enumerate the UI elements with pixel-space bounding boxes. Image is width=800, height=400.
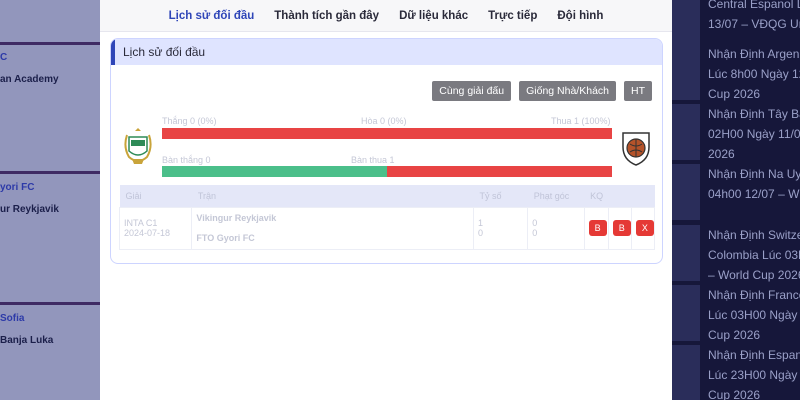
news-line: Colombia Lúc 03H (708, 248, 800, 262)
news-line: – World Cup 2026 (708, 268, 800, 282)
result-cell: B (607, 206, 632, 250)
news-line: Lúc 03H00 Ngày (708, 308, 798, 322)
left-team-label[interactable]: ur Reykjavik (0, 204, 59, 215)
away-score: 0 (477, 228, 483, 238)
filter-group: Cùng giải đấu Giống Nhà/Khách HT (432, 81, 652, 101)
news-thumbnail (672, 44, 700, 100)
column-header: Trận (191, 185, 474, 207)
result-badge: B (588, 220, 607, 236)
away-team-crest-icon (622, 132, 650, 166)
home-team-crest-icon (124, 128, 152, 164)
column-header (631, 185, 655, 207)
half-time-filter-button[interactable]: HT (624, 81, 652, 101)
away-team-name[interactable]: FTO Gyori FC (196, 228, 473, 248)
news-thumbnail (672, 225, 700, 281)
score-cell: 1 0 (472, 206, 529, 250)
head-to-head-card: Lịch sử đối đầu Cùng giải đấu Giống Nhà/… (110, 38, 663, 264)
tab-other-data[interactable]: Dữ liệu khác (399, 10, 468, 22)
same-home-away-filter-button[interactable]: Giống Nhà/Khách (519, 81, 616, 101)
tab-live[interactable]: Trực tiếp (488, 10, 537, 22)
news-line: 13/07 – VĐQG Ur (708, 17, 800, 31)
news-thumbnail (672, 0, 700, 50)
result-badge: B (612, 220, 631, 236)
tab-head-to-head[interactable]: Lịch sử đối đầu (169, 10, 255, 22)
news-line: Lúc 23H00 Ngày (708, 368, 798, 382)
match-league: INTA C1 (124, 218, 158, 228)
column-header: Phạt góc (527, 185, 585, 207)
divider (0, 42, 100, 45)
news-line: Nhận Định Tây Ba (708, 107, 800, 121)
news-line: 02H00 Ngày 11/0 (708, 127, 800, 141)
column-header: Giải (119, 185, 192, 207)
table-header-row: Giải Trận Tỷ số Phạt góc KQ (119, 185, 655, 207)
corners-cell: 0 0 (527, 206, 585, 250)
news-line: Nhận Định France (708, 288, 800, 302)
news-line: Nhận Định Switze (708, 228, 800, 242)
news-thumbnail (672, 104, 700, 160)
left-team-label[interactable]: Banja Luka (0, 335, 53, 346)
result-cell: X (630, 206, 656, 250)
league-date-cell: INTA C1 2024-07-18 (118, 206, 193, 250)
results-ratio-bar (162, 128, 612, 139)
left-league-label[interactable]: C (0, 52, 7, 63)
news-line: Cup 2026 (708, 328, 761, 342)
goals-against-segment (387, 166, 612, 177)
news-line: Cup 2026 (708, 87, 761, 101)
draw-count-label: Hòa 0 (0%) (361, 116, 407, 126)
left-league-label[interactable]: yori FC (0, 182, 34, 193)
match-date: 2024-07-18 (124, 228, 171, 238)
news-line: Central Espanol L (708, 0, 800, 11)
section-title: Lịch sử đối đầu (111, 39, 662, 65)
left-league-label[interactable]: Sofia (0, 313, 24, 324)
column-header (608, 185, 632, 207)
news-line: 04h00 12/07 – W (708, 187, 800, 201)
teams-cell[interactable]: Vikingur Reykjavik FTO Gyori FC (191, 206, 474, 250)
news-thumbnail (672, 345, 700, 400)
away-corners: 0 (532, 228, 538, 238)
news-line: Nhận Định Espanol (708, 348, 800, 362)
result-cell: B (583, 206, 609, 250)
news-line: Lúc 8h00 Ngày 12 (708, 67, 800, 81)
background-news-panel: Central Espanol L 13/07 – VĐQG Ur Nhận Đị… (672, 0, 800, 400)
news-line: 2026 (708, 147, 735, 161)
divider (0, 171, 100, 174)
news-line: Nhận Định Argen (708, 47, 800, 61)
loss-segment (162, 128, 612, 139)
loss-count-label: Thua 1 (100%) (551, 116, 611, 126)
news-thumbnail (672, 164, 700, 220)
head-to-head-table: Giải Trận Tỷ số Phạt góc KQ INTA C1 2024… (118, 185, 656, 250)
goals-for-label: Bàn thắng 0 (162, 155, 211, 165)
result-badge: X (635, 220, 654, 236)
column-header: KQ (584, 185, 609, 207)
tab-recent-form[interactable]: Thành tích gần đây (274, 10, 379, 22)
home-corners: 0 (532, 218, 538, 228)
home-team-name[interactable]: Vikingur Reykjavik (196, 208, 473, 228)
news-line: Nhận Định Na Uy (708, 167, 800, 181)
same-league-filter-button[interactable]: Cùng giải đấu (432, 81, 512, 101)
goals-for-segment (162, 166, 387, 177)
win-count-label: Thắng 0 (0%) (162, 116, 217, 126)
news-line: Cup 2026 (708, 388, 761, 400)
goals-ratio-bar (162, 166, 612, 177)
background-left-panel: C an Academy yori FC ur Reykjavik Sofia … (0, 0, 100, 400)
news-thumbnail (672, 285, 700, 341)
tab-lineup[interactable]: Đội hình (557, 10, 603, 22)
left-team-label[interactable]: an Academy (0, 74, 59, 85)
goals-against-label: Bàn thua 1 (351, 155, 395, 165)
divider (0, 302, 100, 305)
match-analysis-modal: Lịch sử đối đầu Thành tích gần đây Dữ li… (100, 0, 672, 400)
table-row[interactable]: INTA C1 2024-07-18 Vikingur Reykjavik FT… (118, 206, 656, 250)
home-score: 1 (477, 218, 483, 228)
column-header: Tỷ số (473, 185, 528, 207)
tab-bar: Lịch sử đối đầu Thành tích gần đây Dữ li… (100, 0, 672, 32)
